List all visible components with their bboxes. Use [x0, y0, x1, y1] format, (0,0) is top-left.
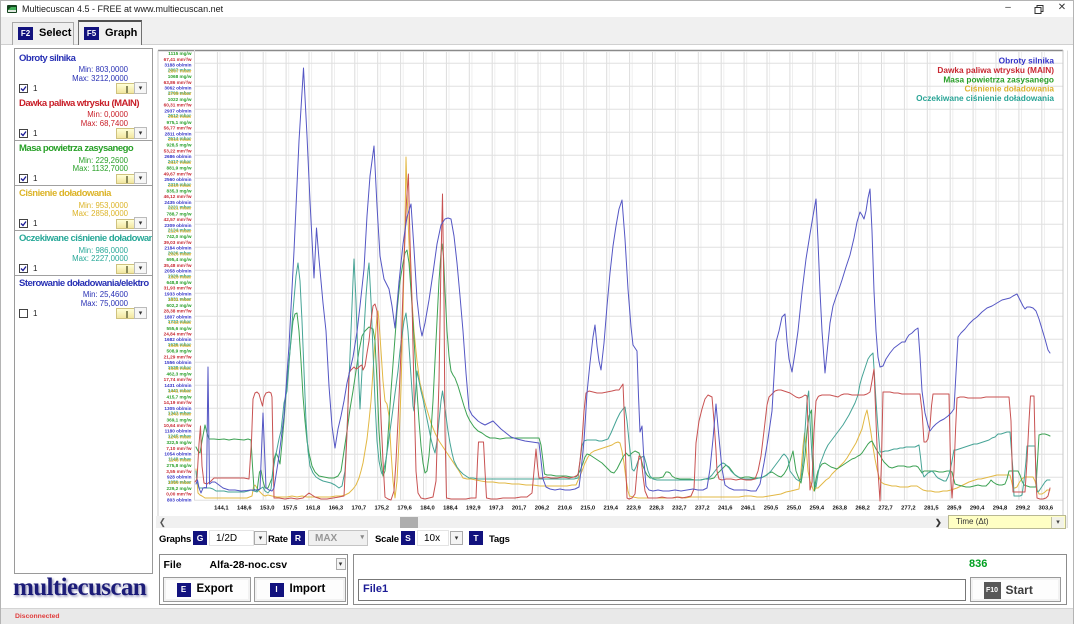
svg-text:210,6: 210,6: [558, 506, 573, 512]
svg-text:229,2 mg/w: 229,2 mg/w: [166, 486, 191, 491]
svg-text:508,9 mg/w: 508,9 mg/w: [166, 349, 191, 354]
svg-text:39,03 mm³/w: 39,03 mm³/w: [164, 240, 192, 245]
svg-text:555,6 mg/w: 555,6 mg/w: [166, 326, 191, 331]
svg-text:2319 mbar: 2319 mbar: [168, 183, 191, 188]
svg-text:Oczekiwane ciśnienie doładowan: Oczekiwane ciśnienie doładowania: [916, 93, 1054, 103]
svg-text:179,6: 179,6: [397, 506, 412, 512]
svg-text:166,3: 166,3: [329, 506, 344, 512]
svg-text:223,9: 223,9: [626, 506, 641, 512]
svg-text:153,0: 153,0: [260, 506, 275, 512]
svg-text:188,4: 188,4: [443, 506, 458, 512]
svg-text:31,93 mm³/w: 31,93 mm³/w: [164, 286, 192, 291]
svg-text:170,7: 170,7: [352, 506, 367, 512]
svg-text:2124 mbar: 2124 mbar: [168, 229, 191, 234]
svg-text:28,38 mm³/w: 28,38 mm³/w: [164, 309, 192, 314]
svg-text:175,2: 175,2: [374, 506, 389, 512]
svg-text:219,4: 219,4: [603, 506, 618, 512]
svg-text:215,0: 215,0: [581, 506, 596, 512]
svg-text:63,86 mm³/w: 63,86 mm³/w: [164, 80, 192, 85]
svg-text:53,22 mm³/w: 53,22 mm³/w: [164, 148, 192, 153]
svg-text:275,8 mg/w: 275,8 mg/w: [166, 463, 191, 468]
svg-text:1050 mbar: 1050 mbar: [168, 480, 191, 485]
svg-text:462,3 mg/w: 462,3 mg/w: [166, 372, 191, 377]
svg-text:648,8 mg/w: 648,8 mg/w: [166, 280, 191, 285]
svg-text:803 ob/min: 803 ob/min: [167, 497, 192, 502]
svg-text:56,77 mm³/w: 56,77 mm³/w: [164, 126, 192, 131]
svg-text:201,7: 201,7: [512, 506, 527, 512]
svg-text:144,1: 144,1: [214, 506, 229, 512]
svg-text:46,12 mm³/w: 46,12 mm³/w: [164, 194, 192, 199]
svg-text:259,4: 259,4: [810, 506, 825, 512]
svg-text:369,1 mg/w: 369,1 mg/w: [166, 417, 191, 422]
svg-text:10,64 mm³/w: 10,64 mm³/w: [164, 423, 192, 428]
svg-text:1636 mbar: 1636 mbar: [168, 343, 191, 348]
svg-text:197,3: 197,3: [489, 506, 504, 512]
svg-text:272,7: 272,7: [878, 506, 893, 512]
svg-text:241,6: 241,6: [718, 506, 733, 512]
svg-text:2709 mbar: 2709 mbar: [168, 91, 191, 96]
svg-text:0,00 mm³/w: 0,00 mm³/w: [166, 492, 192, 497]
svg-text:290,4: 290,4: [970, 506, 985, 512]
svg-text:294,8: 294,8: [993, 506, 1008, 512]
svg-text:975,1 mg/w: 975,1 mg/w: [166, 120, 191, 125]
svg-text:695,4 mg/w: 695,4 mg/w: [166, 257, 191, 262]
svg-text:237,2: 237,2: [695, 506, 710, 512]
svg-text:835,3 mg/w: 835,3 mg/w: [166, 189, 191, 194]
svg-text:268,2: 268,2: [855, 506, 870, 512]
svg-text:1343 mbar: 1343 mbar: [168, 412, 191, 417]
svg-text:157,5: 157,5: [283, 506, 298, 512]
svg-text:742,0 mg/w: 742,0 mg/w: [166, 234, 191, 239]
svg-text:281,5: 281,5: [924, 506, 939, 512]
svg-text:1068 mg/w: 1068 mg/w: [168, 74, 192, 79]
svg-text:322,5 mg/w: 322,5 mg/w: [166, 440, 191, 445]
svg-text:1022 mg/w: 1022 mg/w: [168, 97, 192, 102]
svg-text:1245 mbar: 1245 mbar: [168, 434, 191, 439]
svg-text:3,55 mm³/w: 3,55 mm³/w: [166, 469, 192, 474]
svg-text:1148 mbar: 1148 mbar: [169, 457, 192, 462]
svg-text:928,5 mg/w: 928,5 mg/w: [166, 143, 191, 148]
svg-text:21,29 mm³/w: 21,29 mm³/w: [164, 354, 192, 359]
svg-text:2221 mbar: 2221 mbar: [168, 206, 191, 211]
svg-text:1115 mg/w: 1115 mg/w: [168, 51, 192, 56]
svg-text:2417 mbar: 2417 mbar: [168, 160, 191, 165]
svg-text:285,9: 285,9: [947, 506, 962, 512]
svg-text:250,5: 250,5: [764, 506, 779, 512]
svg-text:602,2 mg/w: 602,2 mg/w: [166, 303, 191, 308]
svg-text:35,48 mm³/w: 35,48 mm³/w: [164, 263, 192, 268]
svg-text:299,2: 299,2: [1016, 506, 1031, 512]
svg-text:232,7: 232,7: [672, 506, 687, 512]
svg-text:161,8: 161,8: [306, 506, 321, 512]
svg-text:881,9 mg/w: 881,9 mg/w: [166, 166, 191, 171]
svg-text:277,2: 277,2: [901, 506, 916, 512]
svg-text:2807 mbar: 2807 mbar: [168, 68, 191, 73]
svg-text:184,0: 184,0: [420, 506, 435, 512]
svg-text:42,57 mm³/w: 42,57 mm³/w: [164, 217, 192, 222]
svg-text:14,19 mm³/w: 14,19 mm³/w: [164, 400, 192, 405]
svg-text:788,7 mg/w: 788,7 mg/w: [166, 211, 191, 216]
svg-text:263,8: 263,8: [832, 506, 847, 512]
svg-text:17,74 mm³/w: 17,74 mm³/w: [164, 377, 192, 382]
svg-text:206,2: 206,2: [535, 506, 550, 512]
svg-text:7,10 mm³/w: 7,10 mm³/w: [166, 446, 192, 451]
svg-text:2514 mbar: 2514 mbar: [168, 137, 191, 142]
svg-text:67,41 mm³/w: 67,41 mm³/w: [164, 57, 192, 62]
svg-text:1538 mbar: 1538 mbar: [168, 366, 191, 371]
svg-text:192,9: 192,9: [466, 506, 481, 512]
svg-text:1929 mbar: 1929 mbar: [168, 274, 191, 279]
svg-text:1733 mbar: 1733 mbar: [168, 320, 191, 325]
svg-text:415,7 mg/w: 415,7 mg/w: [166, 394, 191, 399]
svg-text:303,6: 303,6: [1039, 506, 1054, 512]
svg-text:60,31 mm³/w: 60,31 mm³/w: [164, 103, 192, 108]
svg-text:2026 mbar: 2026 mbar: [168, 251, 191, 256]
svg-text:1441 mbar: 1441 mbar: [168, 389, 191, 394]
svg-text:2612 mbar: 2612 mbar: [168, 114, 191, 119]
svg-text:228,3: 228,3: [649, 506, 664, 512]
svg-text:255,0: 255,0: [787, 506, 802, 512]
svg-text:49,67 mm³/w: 49,67 mm³/w: [164, 171, 192, 176]
svg-text:1831 mbar: 1831 mbar: [168, 297, 191, 302]
svg-text:148,6: 148,6: [237, 506, 252, 512]
svg-text:24,84 mm³/w: 24,84 mm³/w: [164, 332, 192, 337]
svg-text:246,1: 246,1: [741, 506, 756, 512]
